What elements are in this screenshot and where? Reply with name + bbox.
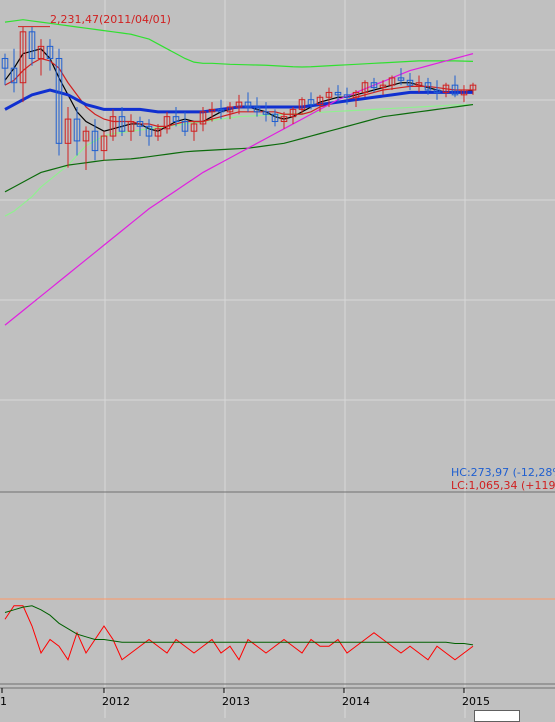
series-line-5 (4, 19, 474, 68)
x-tick-label: 2014 (342, 695, 370, 708)
x-tick-label: 1 (0, 695, 7, 708)
lc-readout: LC:1,065,34 (+119,4 (451, 479, 555, 492)
indicator-panel (0, 598, 555, 661)
x-tick-label: 2015 (462, 695, 490, 708)
bollinger-bands (4, 19, 474, 217)
peak-label: 2,231,47(2011/04/01) (50, 13, 171, 26)
moving-averages (4, 48, 474, 326)
series-line-3 (4, 103, 474, 193)
panel-frame (0, 491, 555, 693)
zoom-input[interactable] (474, 710, 520, 722)
hc-readout: HC:273,97 (-12,28% (451, 466, 555, 479)
x-tick-label: 2012 (102, 695, 130, 708)
chart-stage: 2,231,47(2011/04/01) HC:273,97 (-12,28% … (0, 0, 555, 722)
price-chart (0, 0, 555, 718)
series-line-6 (4, 103, 474, 217)
x-tick-label: 2013 (222, 695, 250, 708)
